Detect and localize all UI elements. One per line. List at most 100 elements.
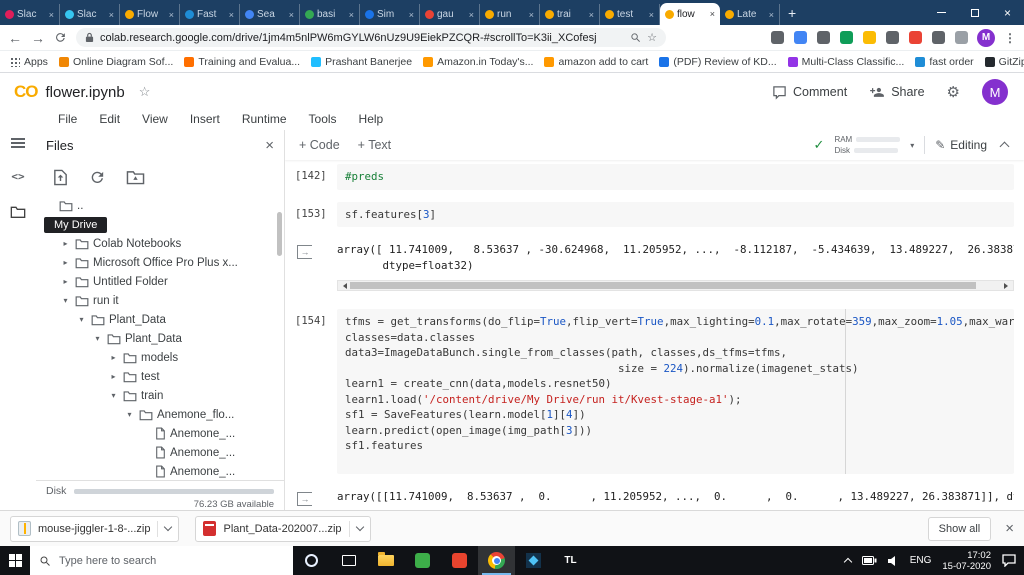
site-info-lock-icon[interactable] (85, 32, 94, 43)
download-item[interactable]: mouse-jiggler-1-8-...zip (10, 515, 180, 542)
colab-logo[interactable]: CO (14, 82, 38, 102)
chevron-down-icon[interactable] (355, 522, 364, 532)
editing-button[interactable]: ✎ Editing (935, 138, 987, 152)
download-item[interactable]: Plant_Data-202007...zip (195, 515, 371, 542)
chevron-right-icon[interactable]: ▸ (60, 277, 71, 286)
tab-close-icon[interactable]: × (169, 10, 174, 20)
file-tree-item[interactable]: ▾ Plant_Data (36, 329, 284, 348)
forward-button[interactable]: → (31, 31, 45, 45)
taskbar-clock[interactable]: 17:02 15-07-2020 (942, 550, 991, 572)
scrollbar-thumb[interactable] (350, 282, 976, 289)
bookmark-item[interactable]: Apps (10, 56, 48, 68)
file-tree-item[interactable]: ▸ models (36, 348, 284, 367)
show-all-button[interactable]: Show all (927, 516, 992, 541)
downloads-close-icon[interactable]: × (1005, 520, 1014, 537)
chevron-right-icon[interactable]: ▸ (60, 239, 71, 248)
bookmark-item[interactable]: Amazon.in Today's... (423, 56, 533, 68)
menu-item-help[interactable]: Help (359, 112, 384, 126)
file-tree-item[interactable]: My Drive (36, 215, 284, 234)
menu-item-insert[interactable]: Insert (190, 112, 220, 126)
extension-icon[interactable] (932, 31, 945, 44)
scroll-left-arrow[interactable] (338, 282, 349, 289)
bookmark-item[interactable]: Prashant Banerjee (311, 56, 412, 68)
bookmark-item[interactable]: amazon add to cart (544, 56, 648, 68)
file-tree-item[interactable]: ▾ Anemone_flo... (36, 405, 284, 424)
extension-icon[interactable] (863, 31, 876, 44)
files-close-icon[interactable]: × (265, 137, 274, 154)
browser-tab[interactable]: run × (480, 4, 540, 25)
extension-icon[interactable] (909, 31, 922, 44)
bookmark-item[interactable]: Online Diagram Sof... (58, 56, 173, 68)
extension-icon[interactable] (771, 31, 784, 44)
mount-drive-icon[interactable] (126, 169, 145, 185)
notebook-title[interactable]: flower.ipynb (46, 84, 125, 101)
menu-item-view[interactable]: View (142, 112, 168, 126)
tab-close-icon[interactable]: × (229, 10, 234, 20)
menu-item-tools[interactable]: Tools (309, 112, 337, 126)
back-button[interactable]: ← (8, 31, 22, 45)
file-tree-item[interactable]: .. (36, 196, 284, 215)
taskbar-app-task-view[interactable] (330, 546, 367, 575)
browser-tab[interactable]: flow × (660, 3, 720, 25)
tab-close-icon[interactable]: × (469, 10, 474, 20)
file-tree-item[interactable]: ▸ test (36, 367, 284, 386)
refresh-icon[interactable] (89, 169, 106, 186)
browser-tab[interactable]: Flow × (120, 4, 180, 25)
bookmark-item[interactable]: fast order (915, 56, 974, 68)
add-code-button[interactable]: + Code (299, 138, 340, 152)
chevron-down-icon[interactable]: ▾ (108, 391, 119, 400)
browser-tab[interactable]: Slac × (60, 4, 120, 25)
bookmark-item[interactable]: Multi-Class Classific... (787, 56, 904, 68)
battery-icon[interactable] (861, 556, 877, 565)
chevron-right-icon[interactable]: ▸ (108, 372, 119, 381)
chevron-down-icon[interactable] (164, 522, 173, 532)
browser-tab[interactable]: basi × (300, 4, 360, 25)
collapse-toolbar-icon[interactable] (999, 141, 1010, 152)
code-snippets-icon[interactable]: <> (11, 170, 24, 183)
reload-icon[interactable] (54, 31, 67, 44)
tab-close-icon[interactable]: × (409, 10, 414, 20)
browser-tab[interactable]: Late × (720, 4, 780, 25)
file-tree-item[interactable]: Anemone_... (36, 443, 284, 462)
browser-tab[interactable]: test × (600, 4, 660, 25)
browser-tab[interactable]: Fast × (180, 4, 240, 25)
language-indicator[interactable]: ENG (910, 555, 932, 566)
taskbar-app-tl-app[interactable]: TL (552, 546, 589, 575)
bookmark-item[interactable]: Training and Evalua... (184, 56, 300, 68)
upload-icon[interactable] (52, 169, 69, 186)
file-tree-item[interactable]: Anemone_... (36, 424, 284, 443)
maximize-button[interactable] (958, 0, 991, 25)
code-cell[interactable]: [153] sf.features[3] (295, 201, 1014, 227)
scroll-right-arrow[interactable] (1002, 282, 1013, 289)
browser-tab[interactable]: trai × (540, 4, 600, 25)
rail-folder-icon[interactable] (10, 205, 26, 219)
tab-close-icon[interactable]: × (589, 10, 594, 20)
comment-button[interactable]: Comment (772, 85, 847, 100)
tab-close-icon[interactable]: × (710, 9, 715, 19)
browser-tab[interactable]: Slac × (0, 4, 60, 25)
resources-caret-icon[interactable]: ▾ (910, 141, 914, 150)
browser-profile-avatar[interactable]: M (977, 28, 995, 47)
menu-item-edit[interactable]: Edit (99, 112, 120, 126)
chevron-down-icon[interactable]: ▾ (124, 410, 135, 419)
add-text-button[interactable]: + Text (358, 138, 391, 152)
new-tab-button[interactable]: + (788, 5, 796, 21)
tab-close-icon[interactable]: × (769, 10, 774, 20)
code-cell[interactable]: [142] #preds (295, 164, 1014, 190)
menu-item-file[interactable]: File (58, 112, 77, 126)
taskbar-app-cortana[interactable] (293, 546, 330, 575)
file-tree-item[interactable]: Anemone_... (36, 462, 284, 480)
bookmark-item[interactable]: GitZip (984, 56, 1024, 68)
start-button[interactable] (0, 546, 30, 575)
star-icon[interactable]: ☆ (139, 84, 151, 100)
file-tree-item[interactable]: ▾ train (36, 386, 284, 405)
file-tree-item[interactable]: ▸ Untitled Folder (36, 272, 284, 291)
tab-close-icon[interactable]: × (109, 10, 114, 20)
file-tree-item[interactable]: ▸ Microsoft Office Pro Plus x... (36, 253, 284, 272)
browser-tab[interactable]: gau × (420, 4, 480, 25)
tab-close-icon[interactable]: × (289, 10, 294, 20)
taskbar-app-photos[interactable] (515, 546, 552, 575)
tab-close-icon[interactable]: × (649, 10, 654, 20)
notification-center-icon[interactable] (1002, 554, 1016, 567)
volume-icon[interactable] (887, 555, 899, 566)
